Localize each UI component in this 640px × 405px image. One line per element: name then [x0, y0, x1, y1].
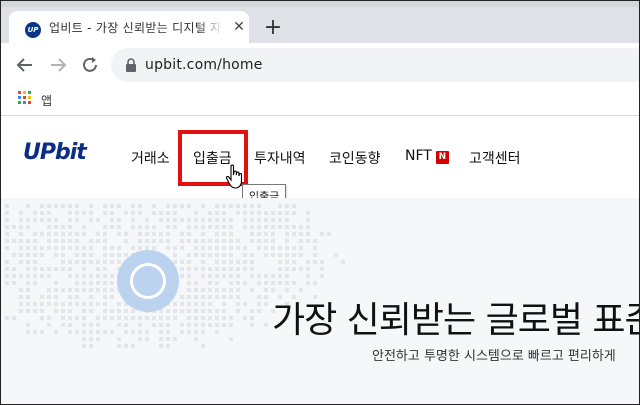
hero-subtitle: 안전하고 투명한 시스템으로 빠르고 편리하게: [372, 349, 616, 364]
new-tab-plus-icon[interactable]: +: [263, 17, 283, 39]
hero-section: 가장 신뢰받는 글로벌 표준 안전하고 투명한 시스템으로 빠르고 편리하게: [1, 198, 639, 404]
nav-nft-label: NFT: [405, 148, 432, 164]
hero-title: 가장 신뢰받는 글로벌 표준: [272, 300, 639, 341]
nft-new-badge: N: [435, 151, 449, 164]
xrp-coin-icon: [117, 250, 179, 312]
tab-strip-top-edge: [1, 1, 639, 7]
nav-support[interactable]: 고객센터: [469, 148, 521, 168]
browser-window: UP 업비트 - 가장 신뢰받는 디지털 자산 거래소 ✕ + upbit.co…: [0, 0, 640, 405]
browser-toolbar: upbit.com/home: [1, 43, 639, 87]
upbit-favicon-icon: UP: [25, 22, 41, 38]
nav-investments[interactable]: 투자내역: [254, 148, 306, 168]
nav-nft[interactable]: NFT N: [405, 148, 449, 164]
tab-title: 업비트 - 가장 신뢰받는 디지털 자산 거래소: [49, 21, 221, 35]
lock-icon[interactable]: [125, 58, 137, 72]
forward-arrow-icon[interactable]: [48, 55, 68, 75]
url-text[interactable]: upbit.com/home: [145, 57, 263, 73]
tab-title-fade: [199, 17, 223, 37]
reload-icon[interactable]: [80, 55, 100, 75]
bookmarks-bar: 앱: [1, 87, 639, 116]
site-header: UPbit 거래소 입출금 투자내역 코인동향 NFT N 고객센터 입출금: [1, 116, 639, 208]
browser-tab[interactable]: UP 업비트 - 가장 신뢰받는 디지털 자산 거래소 ✕: [9, 11, 249, 43]
nav-coin-trends[interactable]: 코인동향: [329, 148, 381, 168]
upbit-logo[interactable]: UPbit: [23, 140, 87, 165]
apps-bookmark-label[interactable]: 앱: [41, 92, 52, 109]
address-bar[interactable]: upbit.com/home: [111, 48, 639, 82]
apps-grid-icon[interactable]: [18, 91, 32, 105]
back-arrow-icon[interactable]: [15, 55, 35, 75]
nav-exchange[interactable]: 거래소: [131, 148, 170, 168]
close-tab-icon[interactable]: ✕: [231, 19, 247, 35]
page-content: UPbit 거래소 입출금 투자내역 코인동향 NFT N 고객센터 입출금 가장…: [1, 116, 639, 404]
tab-strip: UP 업비트 - 가장 신뢰받는 디지털 자산 거래소 ✕ +: [1, 1, 639, 43]
